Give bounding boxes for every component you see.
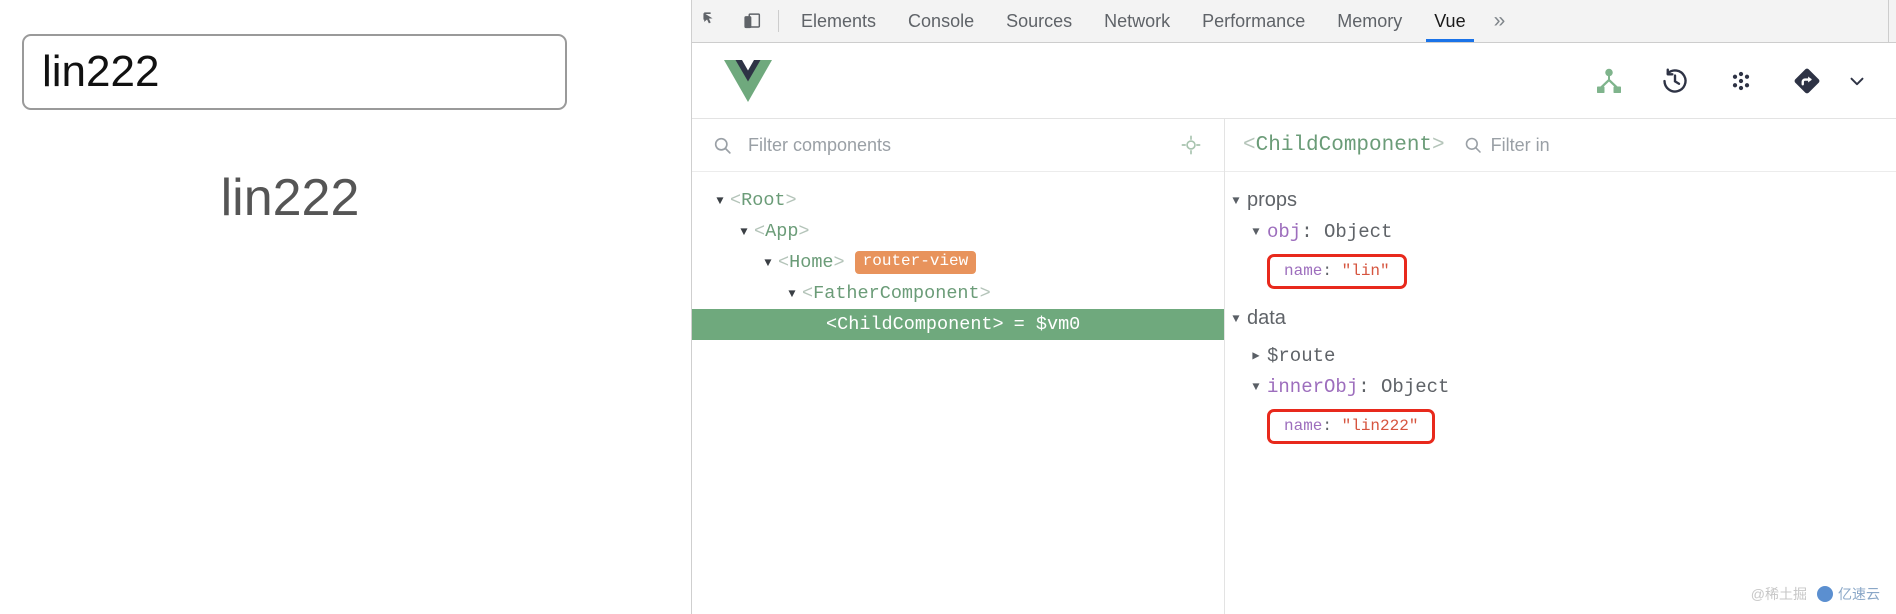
tab-network[interactable]: Network xyxy=(1088,0,1186,42)
vue-devtools-header xyxy=(692,43,1896,119)
prop-value: "lin" xyxy=(1341,261,1390,280)
data-value: "lin222" xyxy=(1341,416,1419,435)
web-page-area: lin222 lin222 xyxy=(0,0,691,614)
search-icon xyxy=(712,135,742,156)
device-toolbar-icon[interactable] xyxy=(732,0,772,42)
caret-expanded-icon[interactable]: ▼ xyxy=(1225,194,1247,208)
devtools-window: Elements Console Sources Network Perform… xyxy=(691,0,1896,614)
tree-node-label: <Root> xyxy=(730,190,797,211)
tab-console[interactable]: Console xyxy=(892,0,990,42)
vue-panel-body: Filter components ▼ <Root> ▼ <App> ▼ <Ho… xyxy=(692,119,1896,614)
filter-components-bar[interactable]: Filter components xyxy=(692,119,1224,172)
inspector-content: ▼ props ▼ obj : Object name : "lin" ▼ da… xyxy=(1225,172,1896,614)
watermark-left-text: @稀土掘 xyxy=(1750,586,1807,602)
rendered-name-text: lin222 xyxy=(220,169,360,227)
tab-label: Vue xyxy=(1434,10,1466,31)
watermark-logo-icon xyxy=(1817,586,1833,602)
tab-elements[interactable]: Elements xyxy=(785,0,892,42)
component-inspector-pane: <ChildComponent> Filter in ▼ props ▼ obj xyxy=(1225,119,1896,614)
tree-node-label: <Home> xyxy=(778,252,845,273)
prop-colon: : xyxy=(1322,261,1342,280)
tree-node-app[interactable]: ▼ <App> xyxy=(692,216,1224,247)
router-view-badge: router-view xyxy=(854,251,977,274)
tree-node-fathercomponent[interactable]: ▼ <FatherComponent> xyxy=(692,278,1224,309)
name-input-value: lin222 xyxy=(42,47,160,96)
chevron-down-icon[interactable] xyxy=(1840,70,1874,92)
inspector-row-obj[interactable]: ▼ obj : Object xyxy=(1225,216,1896,247)
tab-memory[interactable]: Memory xyxy=(1321,0,1418,42)
more-tabs-icon[interactable]: » xyxy=(1482,0,1518,42)
tree-node-home[interactable]: ▼ <Home> router-view xyxy=(692,247,1224,278)
watermark-right-text: 亿速云 xyxy=(1838,586,1880,602)
prop-key: obj xyxy=(1267,220,1302,243)
inspect-element-icon[interactable] xyxy=(692,0,732,42)
data-key: innerObj xyxy=(1267,375,1359,398)
tree-node-root[interactable]: ▼ <Root> xyxy=(692,185,1224,216)
tab-vue[interactable]: Vue xyxy=(1418,0,1481,42)
highlighted-data-name-wrapper: name : "lin222" xyxy=(1225,402,1896,450)
data-colon: : xyxy=(1322,416,1342,435)
data-key: name xyxy=(1284,416,1323,435)
caret-expanded-icon[interactable]: ▼ xyxy=(758,256,778,270)
prop-type: Object xyxy=(1324,220,1393,243)
prop-key: name xyxy=(1284,261,1323,280)
data-key: $route xyxy=(1267,344,1336,367)
caret-expanded-icon[interactable]: ▼ xyxy=(710,194,730,208)
group-label: props xyxy=(1247,189,1298,211)
highlighted-prop-name-wrapper: name : "lin" xyxy=(1225,247,1896,295)
tab-label: Network xyxy=(1104,10,1171,31)
component-tree-pane: Filter components ▼ <Root> ▼ <App> ▼ <Ho… xyxy=(692,119,1225,614)
router-icon[interactable] xyxy=(1774,53,1840,109)
tab-label: Memory xyxy=(1337,10,1403,31)
inspector-filter-input[interactable]: Filter in xyxy=(1483,135,1550,156)
inspected-component-name: <ChildComponent> xyxy=(1243,133,1445,157)
data-colon: : xyxy=(1358,375,1382,398)
tree-node-childcomponent[interactable]: <ChildComponent> = $vm0 xyxy=(692,309,1224,340)
group-label: data xyxy=(1247,307,1286,329)
target-crosshair-icon[interactable] xyxy=(1176,134,1206,156)
search-icon xyxy=(1463,135,1483,155)
highlight-box-prop-name: name : "lin" xyxy=(1267,253,1407,289)
component-tree-list: ▼ <Root> ▼ <App> ▼ <Home> router-view ▼ … xyxy=(692,172,1224,614)
inspector-row-innerobj[interactable]: ▼ innerObj : Object xyxy=(1225,371,1896,402)
data-type: Object xyxy=(1381,375,1450,398)
watermark-right: 亿速云 xyxy=(1817,584,1880,604)
inspector-group-props[interactable]: ▼ props xyxy=(1225,185,1896,216)
component-tree-icon[interactable] xyxy=(1576,53,1642,109)
caret-expanded-icon[interactable]: ▼ xyxy=(782,287,802,301)
tab-label: Console xyxy=(908,10,975,31)
vue-logo-icon xyxy=(722,58,774,104)
prop-colon: : xyxy=(1301,220,1325,243)
caret-expanded-icon[interactable]: ▼ xyxy=(1245,380,1267,394)
tree-node-label: <FatherComponent> xyxy=(802,283,991,304)
caret-expanded-icon[interactable]: ▼ xyxy=(1225,312,1247,326)
tab-performance[interactable]: Performance xyxy=(1186,0,1321,42)
devtools-tabstrip: Elements Console Sources Network Perform… xyxy=(692,0,1896,43)
filter-components-input[interactable]: Filter components xyxy=(742,135,1176,156)
caret-expanded-icon[interactable]: ▼ xyxy=(734,225,754,239)
inspector-row-route[interactable]: ▶ $route xyxy=(1225,340,1896,371)
tab-label: Sources xyxy=(1006,10,1073,31)
toolbar-divider xyxy=(778,10,779,32)
watermark: @稀土掘 亿速云 xyxy=(1751,584,1880,604)
highlight-box-data-name: name : "lin222" xyxy=(1267,408,1436,444)
tab-sources[interactable]: Sources xyxy=(990,0,1088,42)
vuex-icon[interactable] xyxy=(1708,53,1774,109)
more-tabs-label: » xyxy=(1493,9,1506,32)
timeline-history-icon[interactable] xyxy=(1642,53,1708,109)
tree-node-label: <App> xyxy=(754,221,810,242)
inspector-group-data[interactable]: ▼ data xyxy=(1225,303,1896,334)
tabstrip-right-edge xyxy=(1888,0,1896,43)
caret-expanded-icon[interactable]: ▼ xyxy=(1245,225,1267,239)
tree-node-vm-suffix: = $vm0 xyxy=(1013,314,1081,335)
caret-collapsed-icon[interactable]: ▶ xyxy=(1245,348,1267,363)
name-input-field[interactable]: lin222 xyxy=(22,34,567,110)
tab-label: Elements xyxy=(801,10,877,31)
tab-label: Performance xyxy=(1202,10,1306,31)
inspector-header: <ChildComponent> Filter in xyxy=(1225,119,1896,172)
tree-node-label: <ChildComponent> xyxy=(826,314,1004,335)
